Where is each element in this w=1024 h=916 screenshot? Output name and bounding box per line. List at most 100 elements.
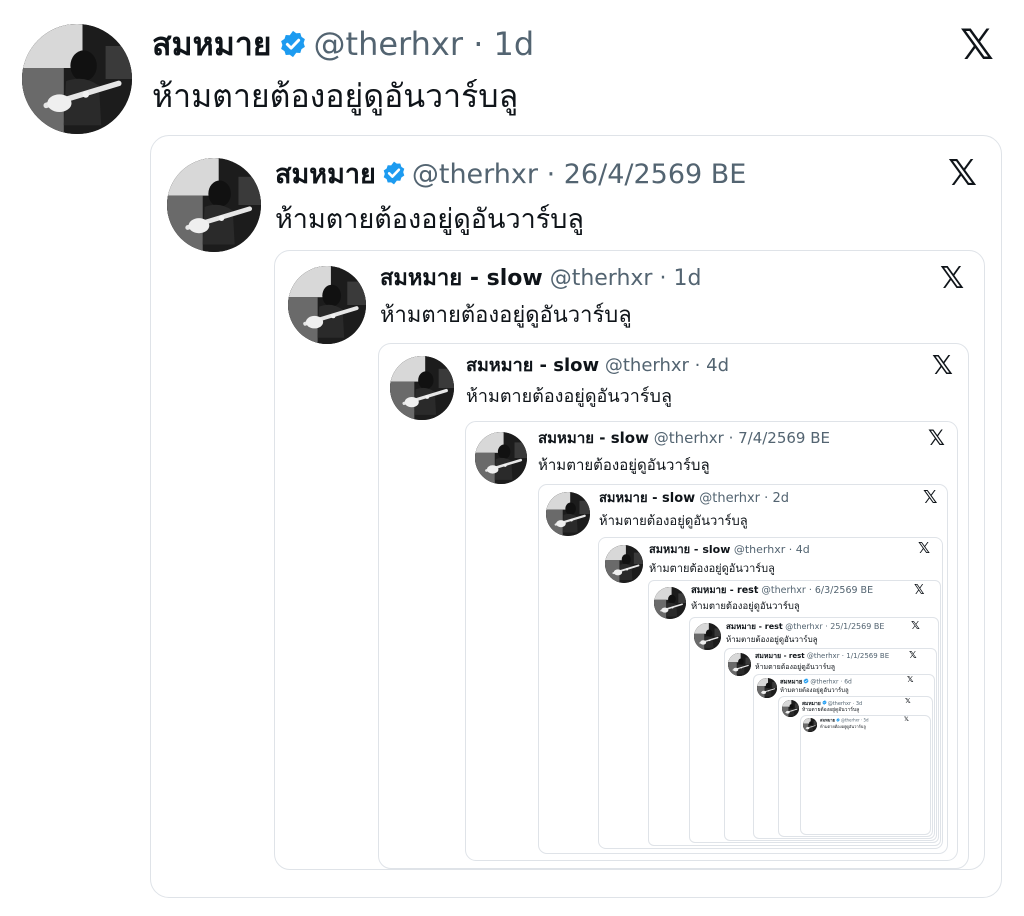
timestamp[interactable]: 4d: [706, 355, 729, 376]
user-handle[interactable]: @therhxr: [654, 429, 724, 447]
quoted-tweet-card[interactable]: [800, 715, 931, 835]
tweet-text: ห้ามตายต้องอยู่ดูอันวาร์บลู: [780, 687, 849, 694]
tweet-text: ห้ามตายต้องอยู่ดูอันวาร์บลู: [466, 386, 672, 407]
avatar[interactable]: [782, 700, 799, 717]
user-handle[interactable]: @therhxr: [734, 543, 785, 556]
x-logo-icon[interactable]: 𝕏: [909, 651, 917, 661]
x-logo-icon[interactable]: 𝕏: [948, 156, 977, 192]
tweet-text: ห้ามตายต้องอยู่ดูอันวาร์บลู: [726, 635, 818, 644]
tweet-text: ห้ามตายต้องอยู่ดูอันวาร์บลู: [538, 456, 710, 474]
separator-dot: ·: [805, 585, 815, 596]
timestamp[interactable]: 25/1/2569 BE: [830, 622, 884, 631]
separator-dot: ·: [652, 266, 674, 291]
display-name[interactable]: สมหมาย - slow: [599, 491, 695, 506]
separator-dot: ·: [688, 355, 707, 376]
avatar[interactable]: [22, 24, 132, 134]
timestamp[interactable]: 4d: [796, 543, 810, 556]
tweet-header: สมหมาย - slow @therhxr · 4d: [466, 357, 729, 375]
x-logo-icon[interactable]: 𝕏: [904, 717, 909, 723]
separator-dot: ·: [785, 543, 796, 556]
x-logo-icon[interactable]: 𝕏: [914, 584, 924, 597]
x-logo-icon[interactable]: 𝕏: [918, 541, 930, 556]
verified-badge-icon: [381, 160, 407, 191]
user-handle[interactable]: @therhxr: [550, 266, 653, 291]
user-handle[interactable]: @therhxr: [841, 718, 860, 723]
avatar[interactable]: [728, 653, 751, 676]
x-logo-icon[interactable]: 𝕏: [911, 620, 920, 631]
avatar[interactable]: [605, 545, 643, 583]
tweet-header: สมหมาย - rest @therhxr · 25/1/2569 BE: [726, 623, 884, 631]
display-name[interactable]: สมหมาย - rest: [726, 622, 783, 631]
timestamp[interactable]: 1d: [494, 25, 535, 63]
verified-badge-icon: [278, 29, 308, 64]
x-logo-icon[interactable]: 𝕏: [905, 698, 911, 705]
display-name[interactable]: สมหมาย - slow: [380, 266, 543, 291]
tweet-text: ห้ามตายต้องอยู่ดูอันวาร์บลู: [649, 562, 775, 575]
x-logo-icon[interactable]: 𝕏: [923, 489, 938, 507]
timestamp[interactable]: 7/4/2569 BE: [738, 429, 830, 447]
timestamp[interactable]: 5d: [863, 718, 868, 723]
timestamp[interactable]: 6/3/2569 BE: [815, 585, 873, 596]
tweet-text: ห้ามตายต้องอยู่ดูอันวาร์บลู: [802, 707, 860, 713]
tweet-header: สมหมาย @therhxr · 1d: [152, 28, 534, 64]
x-logo-icon[interactable]: 𝕏: [932, 353, 953, 379]
avatar[interactable]: [803, 718, 817, 732]
tweet-header: สมหมาย - rest @therhxr · 6/3/2569 BE: [691, 586, 873, 596]
display-name[interactable]: สมหมาย - rest: [755, 652, 805, 660]
verified-badge-icon: [822, 700, 827, 707]
x-logo-icon[interactable]: 𝕏: [907, 676, 913, 684]
tweet-text: ห้ามตายต้องอยู่ดูอันวาร์บลู: [691, 601, 800, 612]
user-handle[interactable]: @therhxr: [699, 491, 760, 506]
avatar[interactable]: [390, 356, 454, 420]
display-name[interactable]: สมหมาย: [152, 25, 272, 63]
tweet-header: สมหมาย - slow @therhxr · 1d: [380, 268, 701, 290]
verified-badge-icon: [803, 678, 809, 686]
display-name[interactable]: สมหมาย: [820, 718, 835, 723]
display-name[interactable]: สมหมาย: [780, 679, 802, 686]
avatar[interactable]: [546, 492, 590, 536]
tweet-header: สมหมาย - rest @therhxr · 1/1/2569 BE: [755, 653, 889, 660]
timestamp[interactable]: 26/4/2569 BE: [564, 159, 747, 190]
tweet-header: สมหมาย @therhxr · 3d: [802, 700, 862, 707]
separator-dot: ·: [723, 429, 739, 447]
tweet-header: สมหมาย @therhxr · 26/4/2569 BE: [275, 160, 746, 191]
x-logo-icon[interactable]: 𝕏: [960, 24, 994, 66]
avatar[interactable]: [757, 678, 777, 698]
tweet-text: ห้ามตายต้องอยู่ดูอันวาร์บลู: [755, 663, 836, 671]
timestamp[interactable]: 1d: [673, 266, 701, 291]
display-name[interactable]: สมหมาย - slow: [649, 543, 730, 556]
display-name[interactable]: สมหมาย - rest: [691, 585, 758, 596]
separator-dot: ·: [538, 159, 564, 190]
display-name[interactable]: สมหมาย: [275, 159, 376, 190]
user-handle[interactable]: @therhxr: [807, 652, 840, 660]
timestamp[interactable]: 6d: [844, 679, 852, 686]
separator-dot: ·: [760, 491, 773, 506]
display-name[interactable]: สมหมาย - slow: [466, 355, 599, 376]
tweet-header: สมหมาย - slow @therhxr · 4d: [649, 544, 810, 555]
tweet-text: ห้ามตายต้องอยู่ดูอันวาร์บลู: [275, 204, 584, 235]
tweet-header: สมหมาย - slow @therhxr · 7/4/2569 BE: [538, 431, 830, 446]
tweet-text: ห้ามตายต้องอยู่ดูอันวาร์บลู: [152, 77, 519, 115]
user-handle[interactable]: @therhxr: [785, 622, 822, 631]
x-logo-icon[interactable]: 𝕏: [928, 428, 945, 449]
avatar[interactable]: [167, 158, 261, 252]
display-name[interactable]: สมหมาย - slow: [538, 429, 649, 447]
tweet-header: สมหมาย - slow @therhxr · 2d: [599, 492, 789, 505]
x-logo-icon[interactable]: 𝕏: [940, 264, 964, 294]
avatar[interactable]: [475, 432, 527, 484]
timestamp[interactable]: 1/1/2569 BE: [846, 652, 889, 660]
timestamp[interactable]: 2d: [772, 491, 789, 506]
user-handle[interactable]: @therhxr: [314, 25, 463, 63]
tweet-text: ห้ามตายต้องอยู่ดูอันวาร์บลู: [380, 303, 632, 328]
tweet-header: สมหมาย @therhxr · 5d: [820, 718, 869, 723]
user-handle[interactable]: @therhxr: [810, 679, 838, 686]
avatar[interactable]: [288, 266, 366, 344]
user-handle[interactable]: @therhxr: [761, 585, 805, 596]
verified-badge-icon: [836, 718, 840, 723]
avatar[interactable]: [694, 623, 721, 650]
tweet-text: ห้ามตายต้องอยู่ดูอันวาร์บลู: [820, 724, 866, 729]
avatar[interactable]: [654, 587, 686, 619]
user-handle[interactable]: @therhxr: [412, 159, 538, 190]
separator-dot: ·: [463, 25, 494, 63]
user-handle[interactable]: @therhxr: [605, 355, 689, 376]
